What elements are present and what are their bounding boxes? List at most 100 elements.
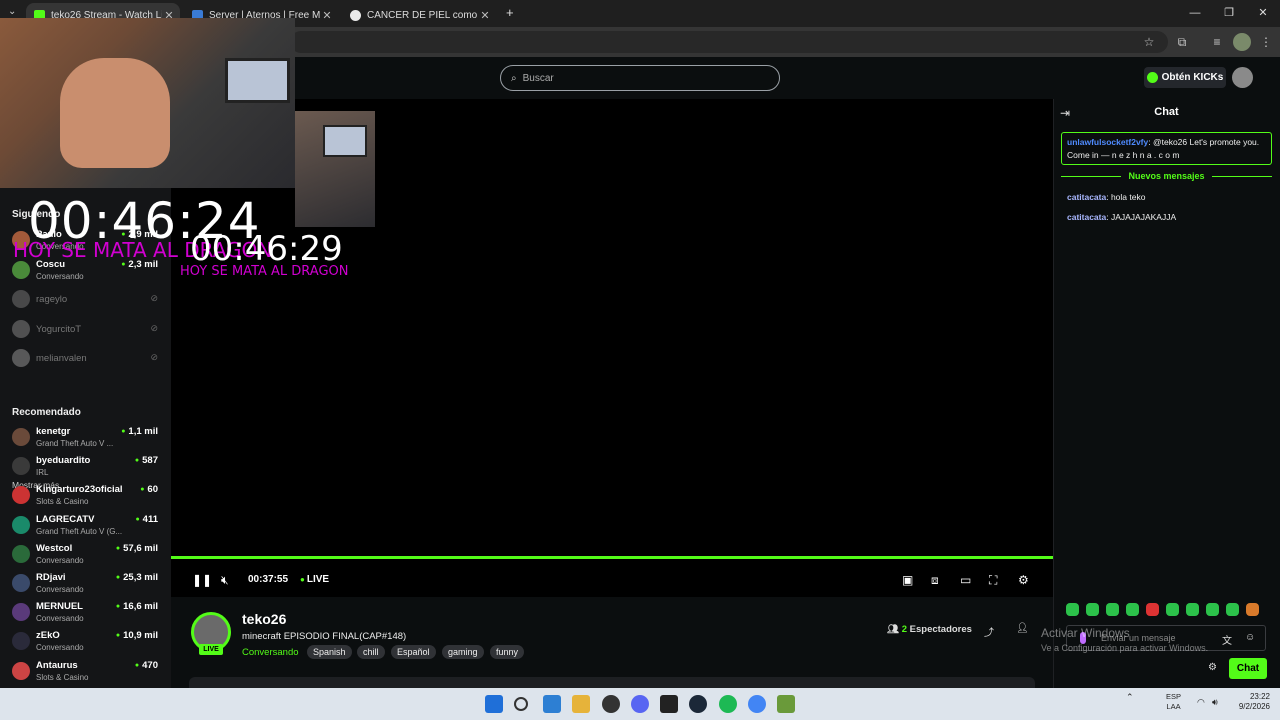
sidebar-channel-lagrecatv[interactable]: LAGRECATVGrand Theft Auto V (G... 411 — [12, 514, 162, 542]
sidebar-channel-rdjavi[interactable]: RDjavi Conversando 25,3 mil — [12, 572, 162, 600]
emote-icon[interactable] — [1186, 603, 1199, 616]
channel-viewers: 587 — [135, 455, 158, 466]
channel-name: YogurcitoT — [36, 323, 82, 335]
sidebar-channel-zeko[interactable]: zEkOConversando 10,9 mil — [12, 630, 162, 658]
sidebar-channel-rageylo[interactable]: rageylo ⊘ — [12, 288, 162, 316]
channel-name: Westcol — [36, 542, 73, 554]
channel-avatar — [12, 319, 30, 338]
emote-icon[interactable] — [1246, 603, 1259, 616]
tag-funny[interactable]: funny — [490, 645, 525, 659]
sidebar-channel-byeduardito[interactable]: byeduarditoIRL 587 — [12, 455, 162, 483]
language-indicator[interactable]: ESP LAA — [1166, 692, 1181, 712]
translate-icon[interactable]: 文 — [1222, 632, 1232, 647]
tag-spanish[interactable]: Spanish — [307, 645, 352, 659]
channel-category: Slots & Casino — [36, 672, 89, 682]
discord-icon[interactable] — [631, 695, 649, 713]
progress-bar[interactable] — [171, 556, 1053, 559]
channel-name: LAGRECATV — [36, 513, 95, 525]
emoji-icon[interactable]: ☺ — [1245, 632, 1255, 643]
system-tray-chevron-icon[interactable]: ⌃ — [1126, 692, 1134, 703]
emote-icon[interactable] — [1126, 603, 1139, 616]
channel-avatar — [12, 457, 30, 476]
share-icon[interactable]: ⤴ — [984, 624, 994, 639]
address-input[interactable] — [290, 31, 1168, 53]
sidebar-channel-mernuel[interactable]: MERNUELConversando 16,6 mil — [12, 601, 162, 629]
emote-icon[interactable] — [1146, 603, 1159, 616]
taskbar-clock[interactable]: 23:22 9/2/2026 — [1226, 692, 1270, 712]
emote-icon[interactable] — [1226, 603, 1239, 616]
chat-username[interactable]: catitacata — [1067, 212, 1106, 222]
steam-icon[interactable] — [689, 695, 707, 713]
extensions-icon[interactable]: ⧉ — [1173, 33, 1191, 51]
get-kicks-button[interactable]: Obtén KICKs — [1144, 67, 1226, 88]
sidebar-channel-kingarturo23oficial[interactable]: Kingarturo23oficialSlots & Casino 60 — [12, 484, 162, 512]
minecraft-icon[interactable] — [777, 695, 795, 713]
new-tab-button[interactable]: + — [506, 5, 514, 20]
sidebar-channel-melianvalen[interactable]: melianvalen ⊘ — [12, 347, 162, 375]
channel-name: RDjavi — [36, 572, 66, 583]
window-controls: — ❐ ✕ — [1178, 0, 1280, 27]
tab-close-icon[interactable]: ✕ — [478, 9, 492, 22]
miniplayer-icon[interactable]: ▣ — [902, 573, 913, 587]
search-input[interactable]: ⌕ Buscar — [500, 65, 780, 91]
store-icon[interactable] — [543, 695, 561, 713]
tab-label: CANCER DE PIEL como se pued — [367, 9, 478, 21]
stream-category-link[interactable]: Conversando — [242, 647, 299, 658]
follow-user-icon[interactable]: 👤︎ — [1016, 623, 1029, 634]
chat-settings-icon[interactable]: ⚙ — [1208, 662, 1217, 673]
channel-name: kenetgr — [36, 426, 71, 437]
emote-icon[interactable] — [1066, 603, 1079, 616]
clip-icon[interactable]: ⧈ — [931, 573, 939, 588]
channel-name[interactable]: teko26 — [242, 611, 286, 627]
channel-category: Grand Theft Auto V ... — [36, 439, 114, 448]
close-window-button[interactable]: ✕ — [1246, 0, 1280, 27]
sidebar-channel-antaurus[interactable]: AntaurusSlots & Casino 470 — [12, 660, 162, 688]
chat-send-button[interactable]: Chat — [1229, 658, 1267, 679]
browser-menu-icon[interactable]: ⋮ — [1257, 33, 1275, 51]
chat-username[interactable]: catitacata — [1067, 192, 1106, 202]
tag-gaming[interactable]: gaming — [442, 645, 484, 659]
volume-icon[interactable]: 🔊︎ — [1212, 697, 1218, 708]
emote-icon[interactable] — [1166, 603, 1179, 616]
pause-icon[interactable]: ❚❚ — [192, 573, 212, 587]
sidebar-channel-westcol[interactable]: WestcolConversando 57,6 mil — [12, 543, 162, 571]
tab-cancer-de-piel[interactable]: CANCER DE PIEL como se pued ✕ — [342, 3, 496, 27]
theater-mode-icon[interactable]: ▭ — [960, 573, 971, 587]
bookmark-star-icon[interactable]: ☆ — [1140, 33, 1158, 51]
live-indicator[interactable]: ● LIVE — [300, 574, 329, 585]
file-explorer-icon[interactable] — [572, 695, 590, 713]
tag-espanol[interactable]: Español — [391, 645, 436, 659]
tab-search-chevron-icon[interactable]: ⌄ — [8, 6, 16, 17]
tag-chill[interactable]: chill — [357, 645, 385, 659]
settings-gear-icon[interactable]: ⚙ — [1018, 573, 1029, 587]
chrome-icon[interactable] — [748, 695, 766, 713]
channel-category: Conversando — [36, 555, 84, 565]
sidebar-channel-kenetgr[interactable]: kenetgr Grand Theft Auto V ... 1,1 mil — [12, 426, 162, 454]
profile-avatar-icon[interactable] — [1233, 33, 1251, 51]
media-controls-icon[interactable]: ≡ — [1208, 33, 1226, 51]
offline-icon: ⊘ — [150, 352, 158, 362]
user-avatar[interactable] — [1232, 67, 1253, 88]
tab-close-icon[interactable]: ✕ — [320, 9, 334, 22]
maximize-button[interactable]: ❐ — [1212, 0, 1246, 27]
new-messages-label: Nuevos mensajes — [1128, 171, 1205, 181]
emote-icon[interactable] — [1206, 603, 1219, 616]
pinned-username[interactable]: unlawfulsocketf2vfy — [1067, 137, 1148, 147]
channel-avatar — [12, 632, 30, 651]
overlay-timer-small: 00:46:29 — [190, 229, 343, 269]
wifi-icon[interactable]: ◠ — [1197, 697, 1205, 708]
search-taskbar-icon[interactable] — [514, 697, 528, 711]
fullscreen-icon[interactable]: ⛶ — [989, 573, 997, 588]
epic-games-icon[interactable] — [660, 695, 678, 713]
emote-icon[interactable] — [1086, 603, 1099, 616]
emote-icon[interactable] — [1106, 603, 1119, 616]
start-button-icon[interactable] — [485, 695, 503, 713]
channel-viewers: 57,6 mil — [116, 543, 158, 554]
minimize-button[interactable]: — — [1178, 0, 1212, 27]
spotify-icon[interactable] — [719, 695, 737, 713]
sidebar-channel-coscu[interactable]: CoscuConversando2,3 mil — [12, 259, 162, 287]
obs-icon[interactable] — [602, 695, 620, 713]
sidebar-channel-yogurcitot[interactable]: YogurcitoT ⊘ — [12, 318, 162, 346]
muted-speaker-icon[interactable]: 🔇︎ — [221, 573, 229, 588]
channel-avatar — [12, 486, 30, 505]
